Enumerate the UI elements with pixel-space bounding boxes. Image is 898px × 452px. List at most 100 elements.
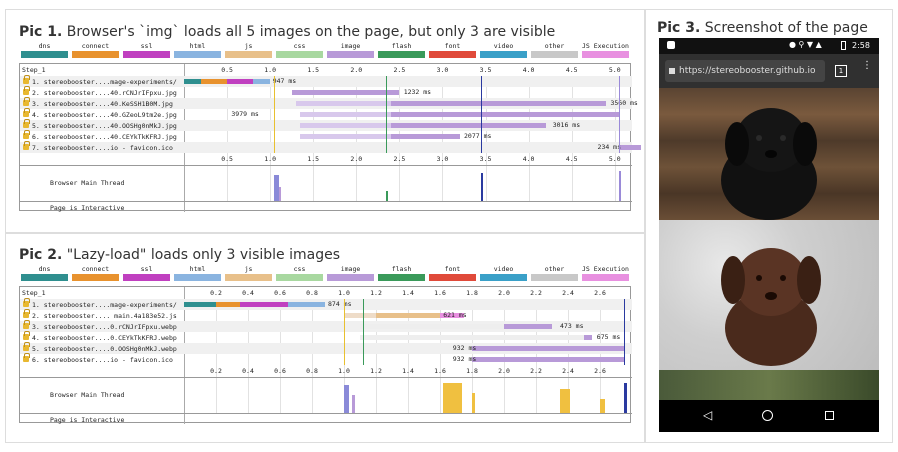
legend-label: image: [340, 265, 361, 273]
column-divider: [184, 414, 185, 424]
interactive-label: Page is Interactive: [50, 416, 125, 424]
request-row: 6. stereobooster....io - favicon.ico 932 …: [20, 353, 632, 365]
legend-item: ssl: [123, 43, 170, 58]
browser-toolbar: https://stereobooster.github.io 1 ⋮: [659, 54, 879, 88]
legend-label: video: [493, 265, 514, 273]
event-marker: [344, 299, 345, 365]
request-row: 3. stereobooster....0.rCNJrIFpxu.webp 473…: [20, 320, 632, 332]
legend-swatch: [582, 274, 629, 281]
tab-count-button[interactable]: 1: [835, 65, 847, 77]
timing-bar: [288, 302, 325, 307]
tick-label: 0.2: [210, 289, 222, 297]
tick-label: 2.0: [350, 66, 363, 74]
column-divider: [184, 166, 185, 201]
tick-label-bottom: 4.5: [565, 155, 578, 163]
thread-spike: [560, 389, 570, 413]
timing-bar: [504, 324, 552, 329]
thread-spike: [443, 383, 463, 413]
timing-bar: [619, 145, 641, 150]
timing-bar: [376, 313, 440, 318]
thread-label: Browser Main Thread: [50, 179, 125, 187]
lock-icon: [23, 309, 30, 318]
legend-swatch: [582, 51, 629, 58]
tick-label-bottom: 2.5: [393, 155, 406, 163]
lock-icon: [23, 119, 30, 128]
legend-item: html: [174, 266, 221, 281]
tick-label-bottom: 5.0: [608, 155, 621, 163]
column-divider: [184, 378, 185, 413]
legend-item: font: [429, 266, 476, 281]
timing-bar: [360, 335, 584, 340]
request-label: 1. stereobooster....mage-experiments/: [32, 78, 177, 86]
legend-swatch: [174, 274, 221, 281]
thread-spike: [386, 191, 389, 201]
menu-icon[interactable]: ⋮: [862, 61, 872, 71]
puppy-black-image: [659, 88, 879, 220]
back-icon[interactable]: ◁: [703, 408, 712, 422]
event-marker: [619, 76, 621, 153]
time-label: 947 ms: [272, 77, 297, 85]
legend-item: js: [225, 43, 272, 58]
timing-bar: [360, 324, 504, 329]
request-row: 2. stereobooster.... main.4a183e52.js 621…: [20, 309, 632, 321]
tick-label: 2.2: [530, 289, 542, 297]
tick-label: 3.0: [436, 66, 449, 74]
recents-icon[interactable]: [825, 411, 834, 420]
legend-item: image: [327, 266, 374, 281]
legend-swatch: [378, 274, 425, 281]
legend-label: dns: [38, 42, 51, 50]
pic1-title: Pic 1. Browser's `img` loads all 5 image…: [19, 23, 555, 41]
tick-label-bottom: 0.5: [221, 155, 233, 163]
legend-item: css: [276, 266, 323, 281]
main-thread-row: Browser Main Thread: [20, 165, 632, 201]
tick-label-bottom: 3.5: [479, 155, 492, 163]
legend-swatch: [276, 274, 323, 281]
legend-item: other: [531, 266, 578, 281]
timing-bar: [472, 346, 624, 351]
legend-label: other: [544, 42, 565, 50]
legend-label: ssl: [140, 265, 153, 273]
legend-swatch: [480, 274, 527, 281]
puppy-brown-image: [659, 220, 879, 370]
legend-swatch: [21, 51, 68, 58]
legend-swatch: [531, 51, 578, 58]
legend-swatch: [123, 274, 170, 281]
url-field[interactable]: https://stereobooster.github.io: [665, 60, 825, 82]
time-label: 234 ms: [597, 143, 622, 151]
lock-icon: [669, 68, 675, 74]
tick-label: 0.8: [306, 289, 318, 297]
timing-bar: [184, 79, 202, 84]
interactive-row: Page is Interactive: [20, 201, 632, 212]
tick-label: 1.4: [402, 289, 414, 297]
tick-label: 3.5: [479, 66, 492, 74]
pic2-title: Pic 2. "Lazy-load" loads only 3 visible …: [19, 246, 340, 264]
legend-swatch: [531, 274, 578, 281]
legend-item: html: [174, 43, 221, 58]
legend-swatch: [327, 51, 374, 58]
tick-label: 1.0: [264, 66, 277, 74]
legend-swatch: [225, 274, 272, 281]
legend-label: css: [293, 265, 306, 273]
legend: dns connect ssl html js css image flash font vide…: [19, 43, 631, 59]
tick-label-bottom: 2.0: [498, 367, 510, 375]
tick-label: 1.5: [307, 66, 320, 74]
step-label: Step_1: [22, 66, 46, 74]
home-icon[interactable]: [762, 410, 773, 421]
pic1-waterfall: dns connect ssl html js css image flash font vide…: [19, 43, 641, 219]
legend-swatch: [21, 274, 68, 281]
android-navbar: ◁: [659, 400, 879, 432]
request-label: 3. stereobooster....0.rCNJrIFpxu.webp: [32, 323, 177, 331]
tick-label: 4.5: [565, 66, 578, 74]
request-label: 2. stereobooster.... main.4a183e52.js: [32, 312, 177, 320]
legend-item: connect: [72, 43, 119, 58]
legend-label: image: [340, 42, 361, 50]
pic3-title-rest: Screenshot of the page: [700, 20, 868, 36]
lock-icon: [23, 353, 30, 362]
legend-label: js: [244, 265, 253, 273]
time-label: 3979 ms: [231, 110, 259, 118]
tick-label: 0.5: [221, 66, 233, 74]
legend-swatch: [72, 51, 119, 58]
timing-bar: [584, 335, 592, 340]
clock: 2:58: [852, 41, 870, 50]
timing-bar: [227, 79, 253, 84]
